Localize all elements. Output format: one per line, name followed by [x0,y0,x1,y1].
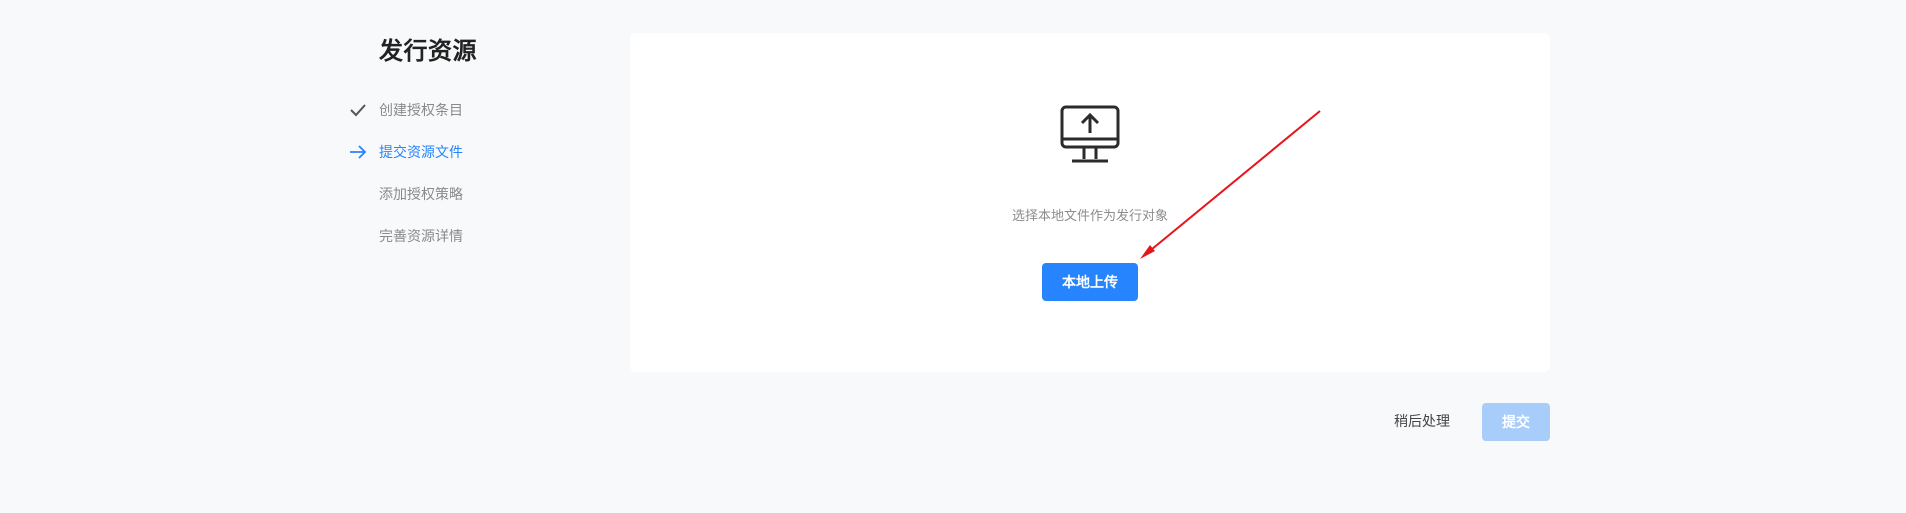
step-label: 添加授权策略 [379,187,463,203]
handle-later-button[interactable]: 稍后处理 [1380,402,1464,440]
monitor-upload-icon [1059,104,1121,166]
step-submit-file: 提交资源文件 [348,142,548,162]
step-label: 完善资源详情 [379,229,463,245]
step-create-license: 创建授权条目 [348,100,548,120]
upload-hint: 选择本地文件作为发行对象 [1011,209,1168,224]
arrow-right-icon [348,142,368,162]
step-label: 提交资源文件 [379,145,463,161]
step-resource-details: 完善资源详情 [348,226,548,246]
step-label: 创建授权条目 [379,103,463,119]
local-upload-button[interactable]: 本地上传 [1042,263,1138,301]
check-icon [348,100,368,120]
page-title: 发行资源 [379,37,477,65]
step-add-policy: 添加授权策略 [348,184,548,204]
upload-card [630,33,1550,372]
submit-button[interactable]: 提交 [1482,403,1550,441]
